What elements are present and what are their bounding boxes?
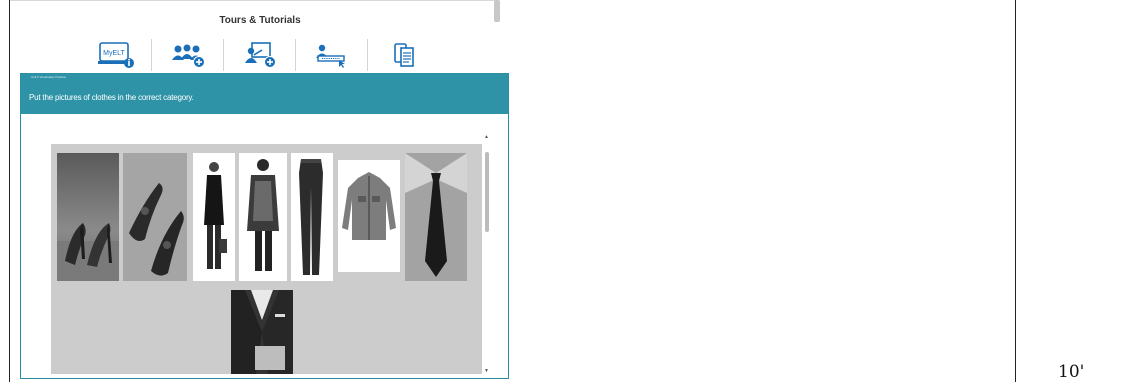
picture-gallery xyxy=(51,144,483,374)
scroll-down-arrow-icon[interactable]: ▼ xyxy=(484,368,489,374)
sandals-picture[interactable] xyxy=(123,153,187,281)
winter-coat-image xyxy=(247,159,279,271)
jeans-image xyxy=(299,159,323,275)
tie-image xyxy=(405,153,467,281)
myelt-icon-label: MyELT xyxy=(103,50,125,57)
tutorial-add-group-button[interactable] xyxy=(152,39,224,71)
high-heels-picture[interactable] xyxy=(57,153,119,281)
myelt-info-icon: MyELT xyxy=(97,42,134,68)
suit-jacket-image xyxy=(231,290,293,374)
modal-top-label: Unit 5 Vocabulary Practice xyxy=(31,75,67,79)
modal-header: Unit 5 Vocabulary Practice Put the pictu… xyxy=(21,74,508,114)
enroll-icon xyxy=(315,44,345,68)
add-class-icon xyxy=(244,42,276,68)
tutorial-myelt-button[interactable]: MyELT xyxy=(80,39,152,71)
business-woman-image xyxy=(204,162,227,269)
gallery-scrollbar[interactable]: ▲ ▼ xyxy=(482,134,492,374)
add-group-icon xyxy=(171,44,205,68)
background-scrollbar[interactable] xyxy=(494,0,500,22)
business-suit-woman-picture[interactable] xyxy=(193,153,235,281)
document-icon xyxy=(394,43,414,67)
scroll-thumb[interactable] xyxy=(485,152,489,232)
denim-jacket-image xyxy=(342,172,396,240)
scroll-up-arrow-icon[interactable]: ▲ xyxy=(484,134,489,140)
winter-coat-woman-picture[interactable] xyxy=(239,153,287,281)
instruction-text: Put the pictures of clothes in the corre… xyxy=(29,93,194,102)
tutorial-enroll-button[interactable] xyxy=(296,39,368,71)
denim-jacket-picture[interactable] xyxy=(338,160,400,272)
tutorial-document-button[interactable] xyxy=(368,39,440,71)
activity-modal: Unit 5 Vocabulary Practice Put the pictu… xyxy=(20,73,509,379)
jeans-picture[interactable] xyxy=(291,153,333,281)
tie-picture[interactable] xyxy=(405,153,467,281)
background-divider xyxy=(10,0,498,1)
sandals-image xyxy=(123,153,187,281)
tutorial-add-class-button[interactable] xyxy=(224,39,296,71)
tours-tutorials-title: Tours & Tutorials xyxy=(219,15,301,26)
high-heels-image xyxy=(57,223,119,281)
tutorial-icon-row: MyELT xyxy=(80,38,440,72)
frame-right-border xyxy=(1015,0,1016,382)
suit-jacket-picture[interactable] xyxy=(231,290,293,374)
side-note-text: 10' xyxy=(1058,362,1085,382)
